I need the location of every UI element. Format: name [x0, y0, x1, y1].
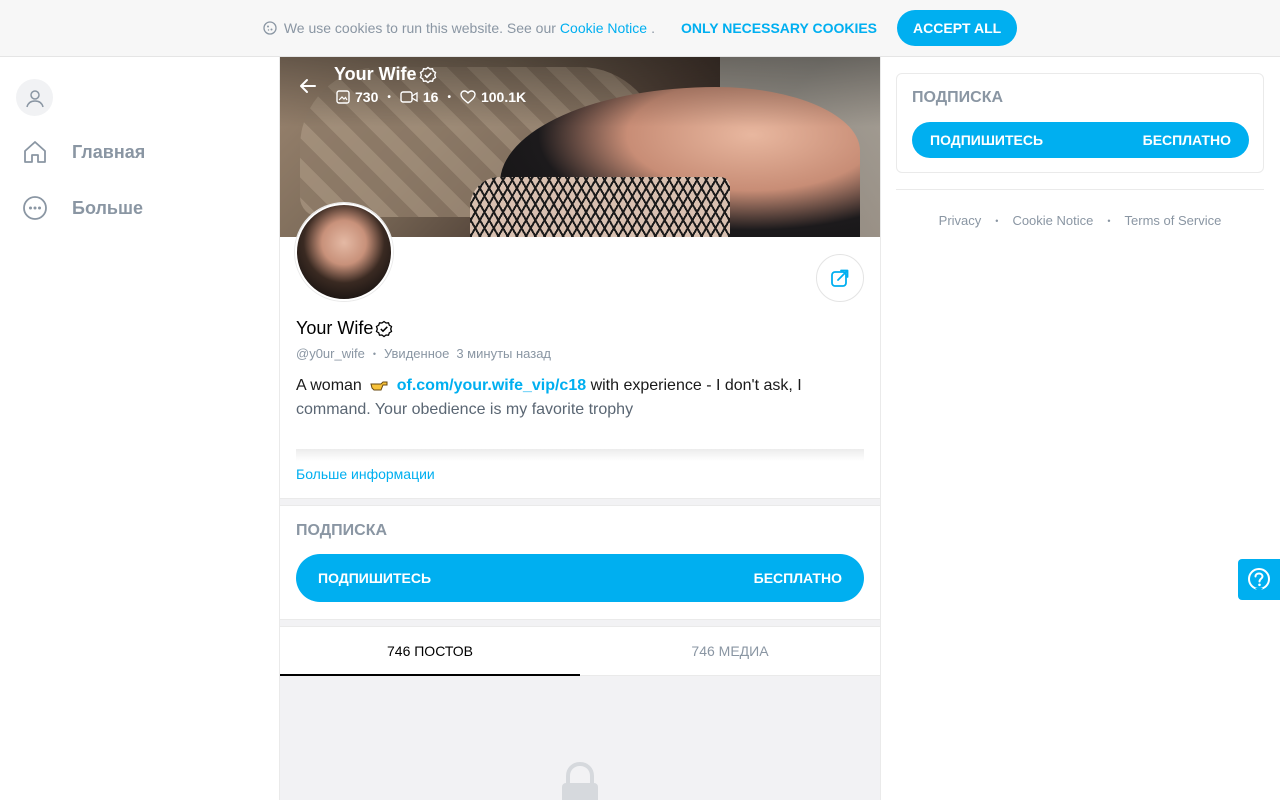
- profile-bio: A woman of.com/your.wife_vip/c18 with ex…: [296, 374, 864, 422]
- photos-count-value: 730: [355, 89, 379, 105]
- subscribe-price: БЕСПЛАТНО: [753, 570, 842, 586]
- sidebar-item-home[interactable]: Главная: [20, 137, 145, 167]
- user-icon: [25, 89, 44, 107]
- videos-count-value: 16: [422, 89, 439, 105]
- photos-count: 730: [336, 89, 378, 105]
- video-icon: [400, 91, 418, 103]
- cover-photo-detail: [470, 177, 730, 237]
- cookie-notice-footer-link[interactable]: Cookie Notice: [1012, 213, 1093, 228]
- subscription-title: ПОДПИСКА: [296, 522, 388, 539]
- help-button[interactable]: [1238, 559, 1280, 600]
- section-divider: [280, 619, 880, 627]
- subscribe-price: БЕСПЛАТНО: [1142, 132, 1231, 148]
- meta-separator: •: [372, 348, 376, 359]
- last-seen-time: 3 минуты назад: [456, 346, 552, 361]
- cookie-text-period: .: [651, 20, 655, 36]
- sidebar-item-label: Больше: [72, 197, 143, 218]
- subscribe-button[interactable]: ПОДПИШИТЕСЬ БЕСПЛАТНО: [296, 554, 864, 602]
- profile-name: Your Wife: [296, 318, 393, 339]
- back-button[interactable]: [296, 74, 320, 98]
- stats-separator: •: [447, 91, 451, 103]
- profile-handle: @y0ur_wife: [296, 346, 365, 361]
- verified-icon: [375, 320, 393, 338]
- share-button[interactable]: [816, 254, 864, 302]
- cookie-icon: [263, 21, 277, 35]
- subscribe-button-sidebar[interactable]: ПОДПИШИТЕСЬ БЕСПЛАТНО: [912, 122, 1249, 158]
- right-divider: [896, 189, 1264, 190]
- arrow-left-icon: [300, 79, 316, 93]
- left-sidebar: Главная Больше: [0, 57, 279, 800]
- cover-stats: 730 • 16 • 100.1K: [336, 89, 526, 105]
- pointing-hand-icon: [369, 376, 389, 391]
- section-divider: [280, 498, 880, 506]
- cookie-banner: We use cookies to run this website. See …: [0, 0, 1280, 57]
- heart-icon: [460, 90, 476, 104]
- bio-text-line2: command. Your obedience is my favorite t…: [296, 401, 634, 418]
- bio-text-line1: with experience - I don't ask, I: [586, 377, 802, 394]
- profile-avatar[interactable]: [295, 203, 393, 301]
- footer-separator: •: [1107, 215, 1111, 226]
- cookie-notice-link[interactable]: Cookie Notice: [560, 20, 647, 36]
- likes-count-value: 100.1K: [480, 89, 527, 105]
- stats-separator: •: [387, 91, 391, 103]
- videos-count: 16: [400, 89, 439, 105]
- profile-name-text: Your Wife: [296, 318, 374, 338]
- share-icon: [831, 269, 849, 287]
- help-icon: [1248, 567, 1270, 592]
- bio-link[interactable]: of.com/your.wife_vip/c18: [397, 377, 586, 394]
- cover-profile-name: Your Wife: [334, 64, 417, 84]
- bio-truncation-fade: [296, 449, 864, 461]
- subscription-card-title: ПОДПИСКА: [912, 89, 1004, 106]
- sidebar-item-more[interactable]: Больше: [20, 193, 143, 223]
- only-necessary-cookies-button[interactable]: ONLY NECESSARY COOKIES: [681, 20, 877, 36]
- subscribe-label: ПОДПИШИТЕСЬ: [930, 132, 1044, 148]
- more-info-link[interactable]: Больше информации: [296, 466, 435, 482]
- user-avatar[interactable]: [16, 79, 53, 116]
- profile-meta: @y0ur_wife • Увиденное 3 минуты назад: [296, 346, 551, 361]
- profile-main-column: Your Wife 730 • 16 • 100.1K Your Wife @y…: [279, 57, 881, 800]
- sidebar-item-label: Главная: [72, 141, 146, 162]
- cover-title: Your Wife: [334, 64, 437, 85]
- tab-media[interactable]: 746 МЕДИА: [580, 627, 880, 675]
- subscribe-label: ПОДПИШИТЕСЬ: [318, 570, 432, 586]
- footer-links: Privacy • Cookie Notice • Terms of Servi…: [896, 213, 1264, 228]
- tab-posts[interactable]: 746 ПОСТОВ: [280, 627, 580, 676]
- subscription-card: ПОДПИСКА ПОДПИШИТЕСЬ БЕСПЛАТНО: [896, 73, 1264, 173]
- last-seen-label: Увиденное: [384, 346, 450, 361]
- lock-icon: [558, 761, 602, 800]
- privacy-link[interactable]: Privacy: [939, 213, 982, 228]
- locked-content-area: [280, 676, 880, 800]
- cookie-text: We use cookies to run this website. See …: [283, 20, 556, 36]
- terms-link[interactable]: Terms of Service: [1125, 213, 1222, 228]
- likes-count: 100.1K: [460, 89, 526, 105]
- content-tabs: 746 ПОСТОВ 746 МЕДИА: [280, 627, 880, 676]
- footer-separator: •: [995, 215, 999, 226]
- verified-icon: [419, 66, 437, 84]
- image-icon: [336, 90, 350, 104]
- bio-intro: A woman: [296, 377, 362, 394]
- home-icon: [20, 137, 50, 167]
- cookie-banner-content: We use cookies to run this website. See …: [263, 10, 1018, 46]
- accept-all-cookies-button[interactable]: ACCEPT ALL: [897, 10, 1018, 46]
- more-icon: [20, 193, 50, 223]
